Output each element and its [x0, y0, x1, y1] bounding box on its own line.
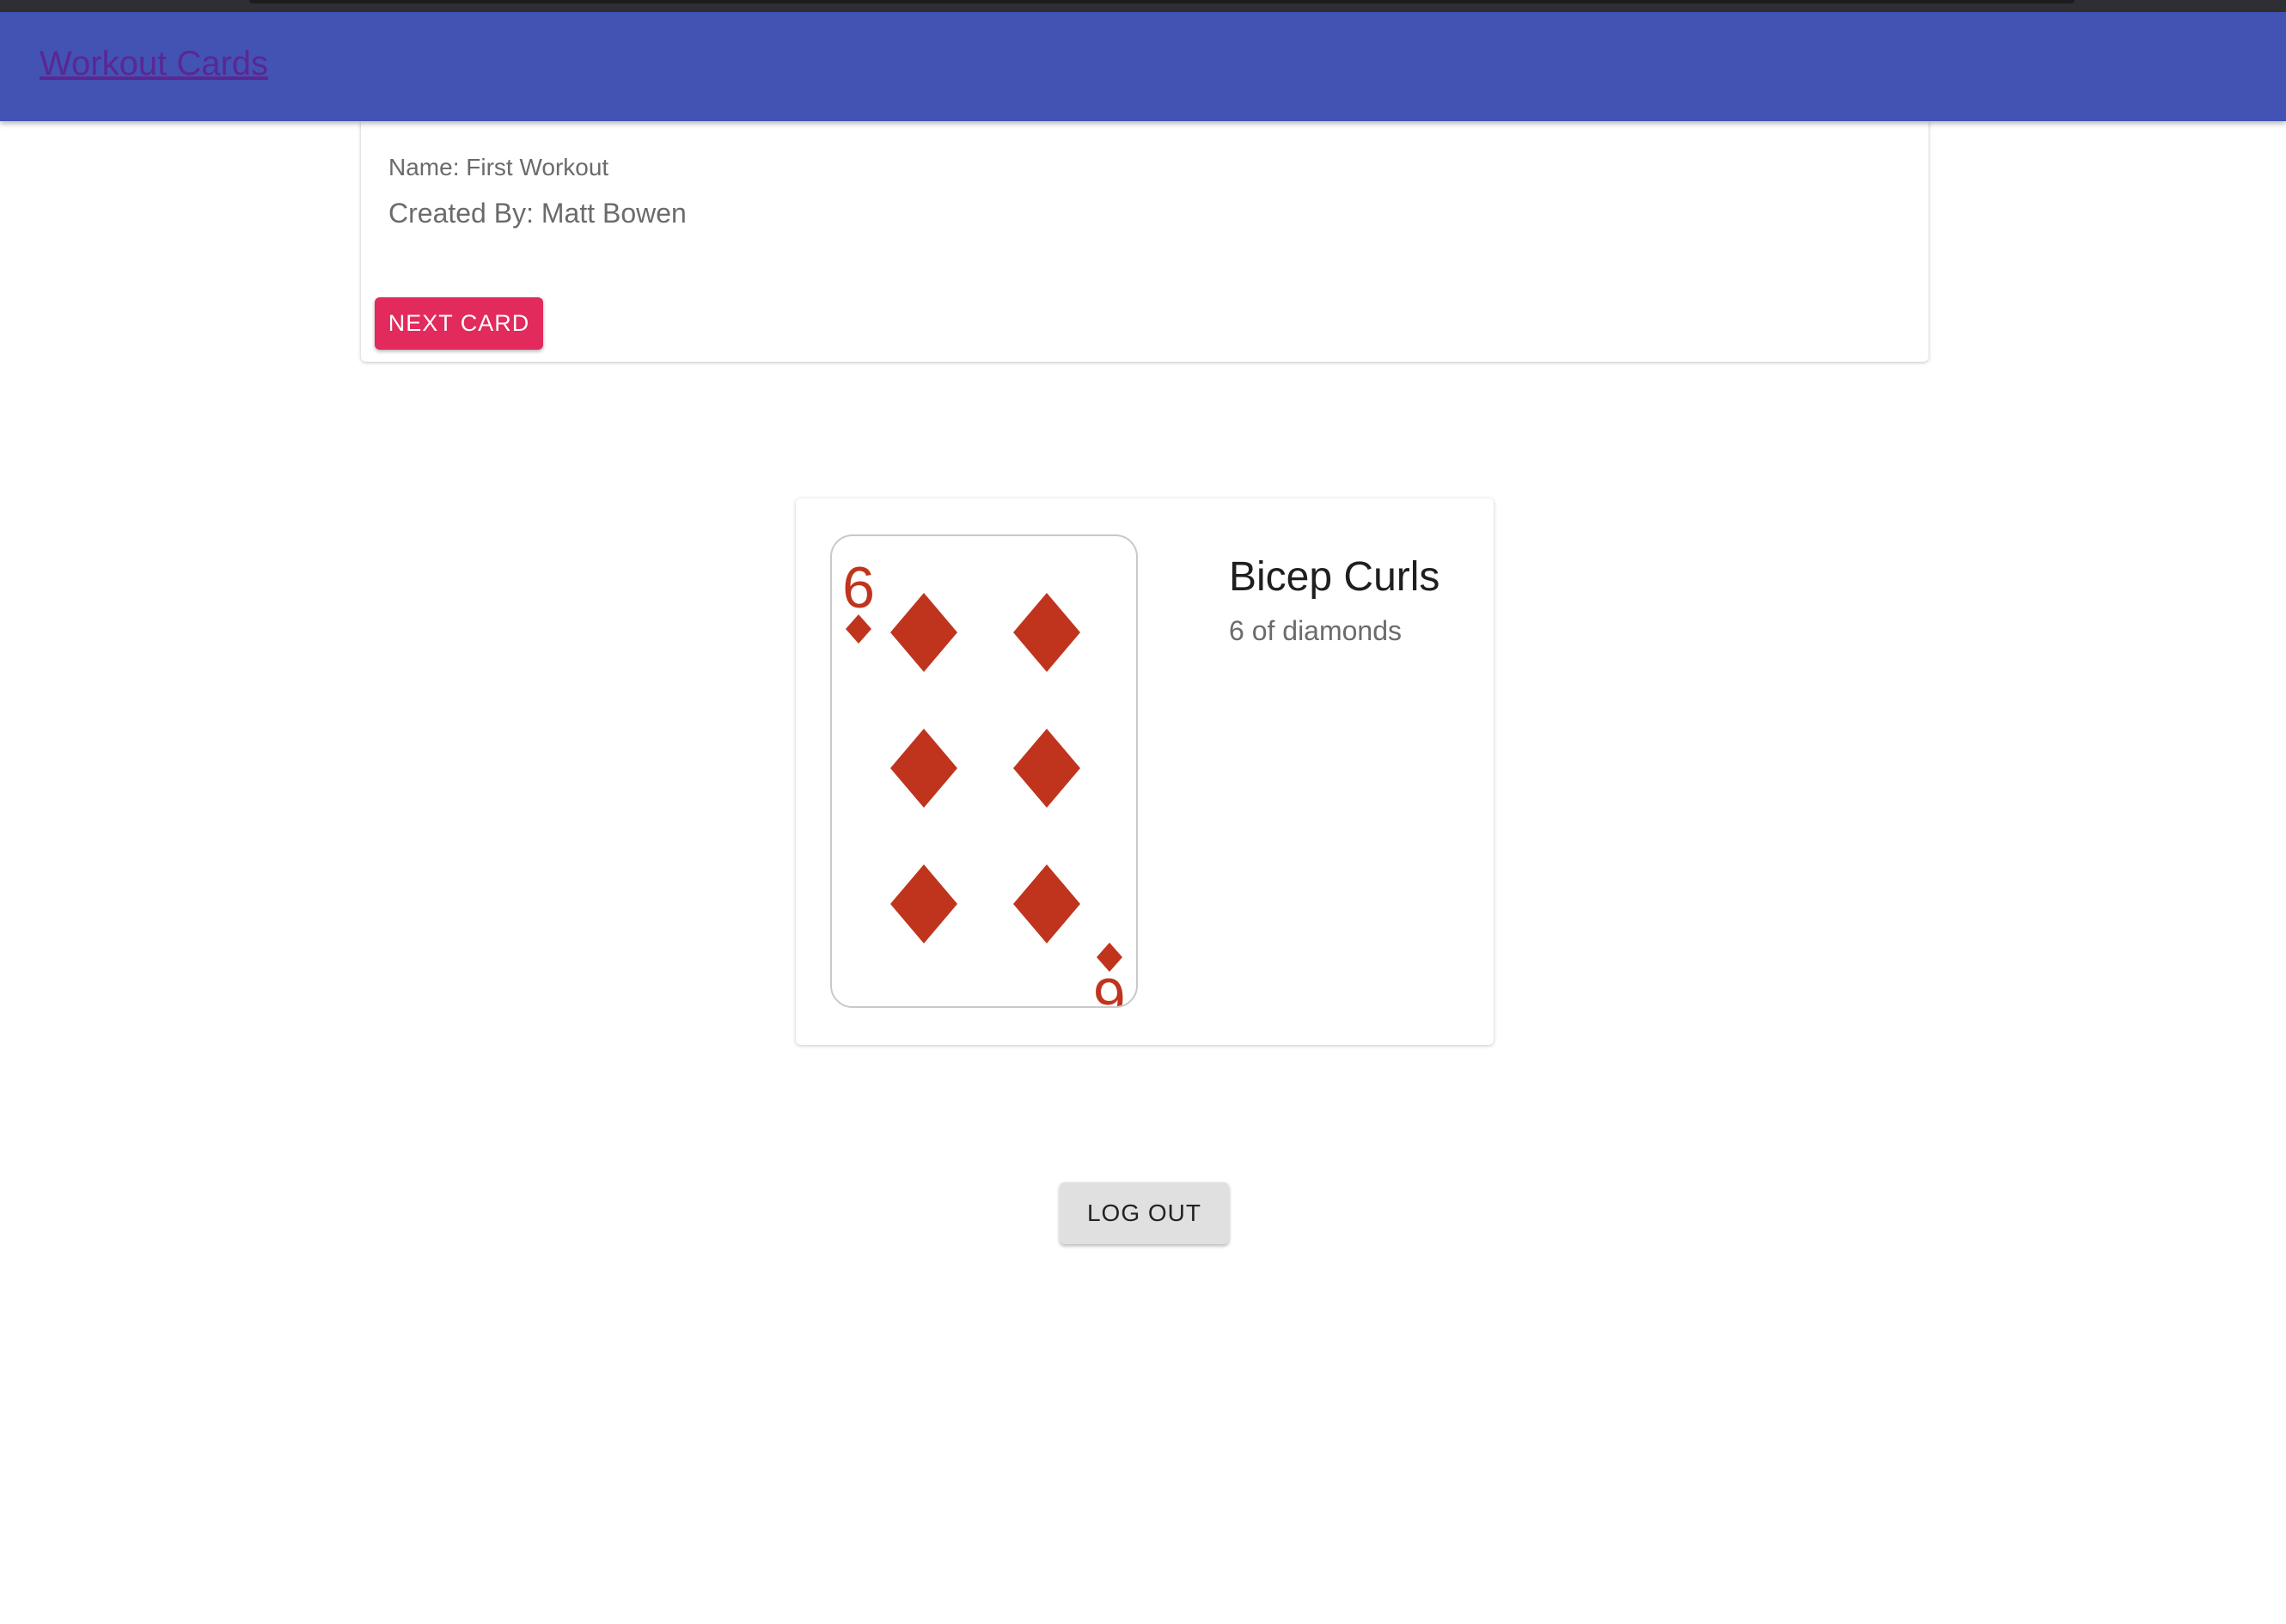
app-bar: Workout Cards — [0, 12, 2286, 121]
diamond-icon — [890, 593, 957, 672]
diamond-icon — [890, 729, 957, 808]
app-title-link[interactable]: Workout Cards — [40, 45, 268, 83]
browser-top-strip-inner — [249, 0, 2075, 3]
diamond-icon — [1013, 729, 1080, 808]
six-of-diamonds-card-art: 6 6 — [842, 555, 1126, 1006]
diamond-icon — [890, 864, 957, 943]
current-card-panel: 6 6 Bicep Curls 6 of diamonds — [796, 498, 1494, 1045]
card-description: 6 of diamonds — [1229, 615, 1403, 646]
diamond-icon — [1013, 593, 1080, 672]
workout-info-panel: Name: First Workout Created By: Matt Bow… — [361, 121, 1928, 362]
browser-top-strip — [0, 0, 2286, 12]
workout-name: Name: First Workout — [388, 154, 609, 180]
exercise-name: Bicep Curls — [1229, 554, 1440, 600]
workout-created-by: Created By: Matt Bowen — [388, 198, 687, 229]
card-rank-top: 6 — [842, 555, 875, 620]
next-card-button[interactable]: NEXT CARD — [375, 297, 543, 350]
card-rank-bottom: 6 — [1093, 966, 1126, 1006]
logout-button[interactable]: LOG OUT — [1060, 1182, 1229, 1244]
playing-card-image: 6 6 — [830, 534, 1138, 1008]
diamond-icon — [1013, 864, 1080, 943]
